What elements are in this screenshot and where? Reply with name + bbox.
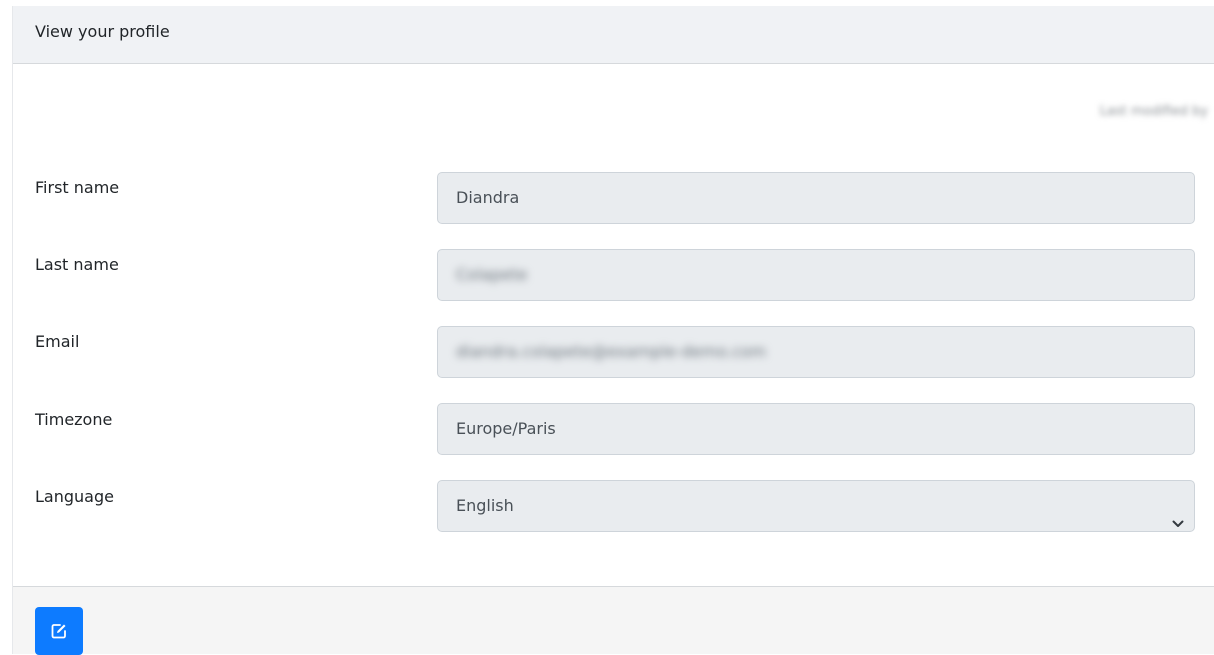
language-select[interactable]: English bbox=[437, 480, 1195, 532]
email-label: Email bbox=[35, 332, 80, 351]
page-title: View your profile bbox=[35, 22, 170, 41]
email-value: diandra.colapete@example-demo.com bbox=[456, 342, 767, 361]
timezone-label: Timezone bbox=[35, 410, 113, 429]
timezone-field[interactable]: Europe/Paris bbox=[437, 403, 1195, 455]
last-name-value: Colapete bbox=[456, 265, 528, 284]
edit-profile-button[interactable] bbox=[35, 607, 83, 655]
chevron-down-icon bbox=[1172, 500, 1184, 527]
card-header: View your profile bbox=[13, 6, 1214, 64]
email-field[interactable]: diandra.colapete@example-demo.com bbox=[437, 326, 1195, 378]
first-name-field[interactable]: Diandra bbox=[437, 172, 1195, 224]
first-name-label: First name bbox=[35, 178, 120, 197]
profile-card: View your profile Last modified by First… bbox=[12, 6, 1214, 655]
last-modified-text: Last modified by bbox=[1099, 104, 1208, 119]
language-label: Language bbox=[35, 487, 114, 506]
language-selected-value: English bbox=[456, 496, 514, 515]
last-name-label: Last name bbox=[35, 255, 119, 274]
last-name-field[interactable]: Colapete bbox=[437, 249, 1195, 301]
card-footer bbox=[13, 586, 1214, 655]
